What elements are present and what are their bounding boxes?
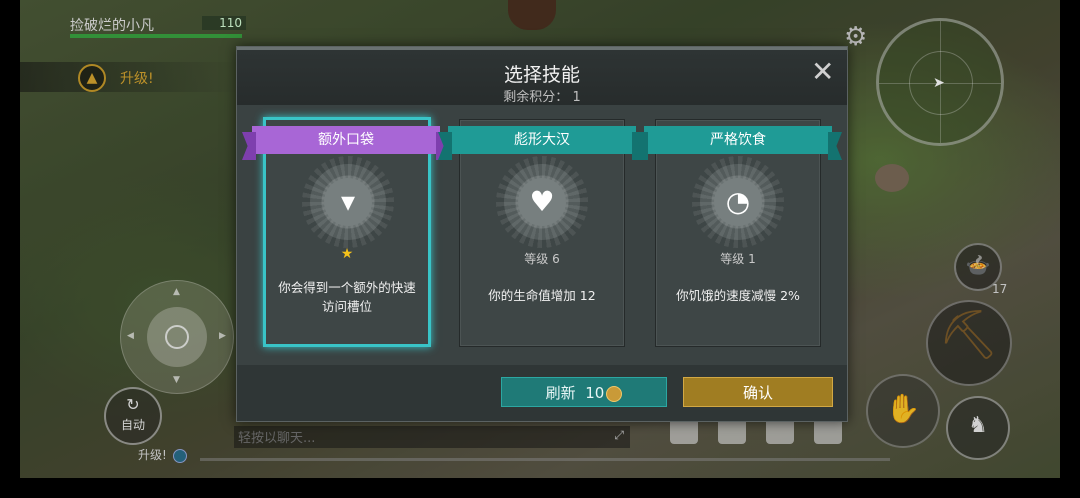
- star-icon: ★: [340, 246, 354, 262]
- coin-icon: [606, 385, 623, 402]
- refresh-button[interactable]: 刷新 10: [501, 377, 667, 407]
- refresh-cost: 10: [585, 384, 605, 402]
- skill-level: 等级 6: [524, 252, 560, 266]
- points-value: 1: [572, 90, 581, 105]
- skill-name: 额外口袋: [252, 126, 440, 154]
- system-nav-bar: [0, 478, 1080, 498]
- skill-level: 等级 1: [720, 252, 756, 266]
- game-scene: 捡破烂的小凡 110 ▲ 升级! ⚙ ➤ ▲ ▼ ◀ ▶ ↻ 自动 ⤢ 升级! …: [20, 0, 1060, 478]
- confirm-button[interactable]: 确认: [683, 377, 833, 407]
- points-label: 剩余积分：: [503, 90, 569, 105]
- pocket-icon: ▾: [324, 178, 372, 226]
- dialog-header: 选择技能 剩余积分： 1 ✕: [237, 47, 847, 105]
- skill-card-brawny[interactable]: 彪形大汉 ♥ 等级 6 你的生命值增加 12: [448, 119, 636, 347]
- dialog-footer: 刷新 10 确认: [237, 365, 847, 421]
- stomach-clock-icon: ◔: [714, 178, 762, 226]
- skill-name: 严格饮食: [644, 126, 832, 154]
- skill-card-strict-diet[interactable]: 严格饮食 ◔ 等级 1 你饥饿的速度减慢 2%: [644, 119, 832, 347]
- refresh-label: 刷新: [545, 384, 576, 402]
- remaining-points: 剩余积分： 1: [237, 86, 847, 105]
- skill-desc: 你会得到一个额外的快速访问槽位: [278, 280, 416, 314]
- dialog-title: 选择技能: [503, 64, 580, 86]
- heart-icon: ♥: [518, 178, 566, 226]
- skill-name: 彪形大汉: [448, 126, 636, 154]
- skill-card-extra-pocket[interactable]: 额外口袋 ▾ ★ 你会得到一个额外的快速访问槽位: [252, 117, 440, 347]
- skill-desc: 你饥饿的速度减慢 2%: [676, 288, 800, 303]
- close-icon[interactable]: ✕: [811, 58, 834, 86]
- skill-desc: 你的生命值增加 12: [488, 288, 596, 303]
- skill-select-dialog: 选择技能 剩余积分： 1 ✕ 额外口袋 ▾ ★ 你会得到一个额外的快速访问槽位 …: [236, 46, 848, 422]
